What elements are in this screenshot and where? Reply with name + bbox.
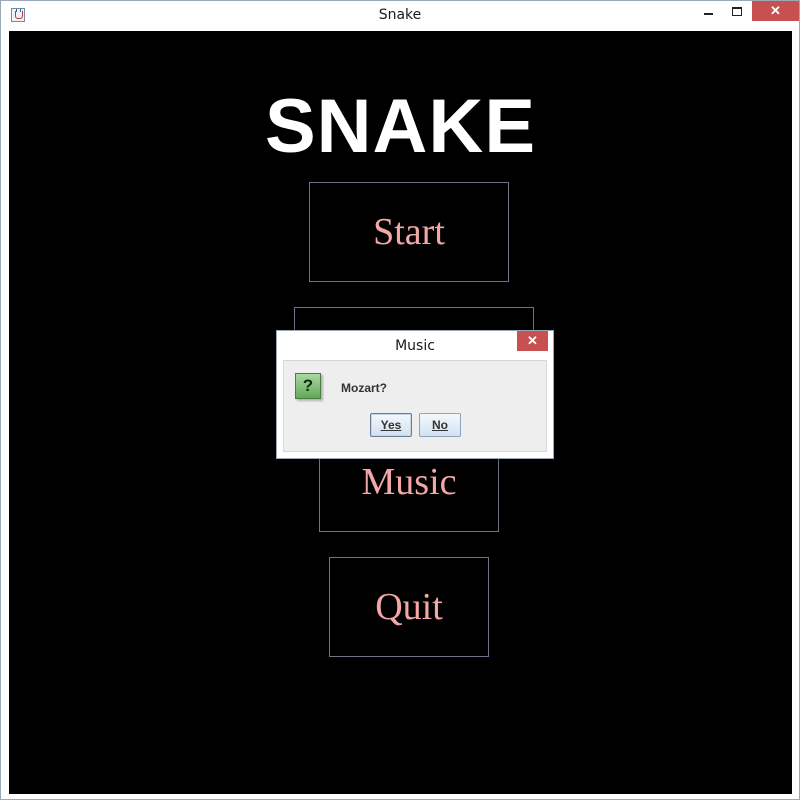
window-title: Snake	[378, 7, 422, 23]
title-bar[interactable]: Snake ✕	[1, 1, 799, 31]
dialog-message: Mozart?	[341, 381, 387, 395]
close-icon: ✕	[770, 3, 781, 18]
no-button[interactable]: No	[419, 413, 461, 437]
close-button[interactable]: ✕	[752, 1, 799, 21]
music-dialog: Music ✕ ? Mozart? Yes No	[276, 330, 554, 459]
dialog-close-button[interactable]: ✕	[517, 331, 548, 351]
close-icon: ✕	[527, 333, 538, 348]
quit-button[interactable]: Quit	[329, 557, 489, 657]
dialog-title: Music	[395, 338, 435, 354]
maximize-button[interactable]	[723, 1, 750, 21]
start-button[interactable]: Start	[309, 182, 509, 282]
minimize-button[interactable]	[695, 1, 722, 21]
game-title: SNAKE	[264, 84, 537, 169]
minimize-icon	[704, 13, 713, 15]
dialog-body: ? Mozart? Yes No	[283, 360, 547, 452]
maximize-icon	[731, 6, 742, 16]
yes-button[interactable]: Yes	[370, 413, 412, 437]
question-icon: ?	[295, 373, 321, 399]
snake-window: Snake ✕ SNAKE Start Music Quit Music ✕ ?…	[0, 0, 800, 800]
